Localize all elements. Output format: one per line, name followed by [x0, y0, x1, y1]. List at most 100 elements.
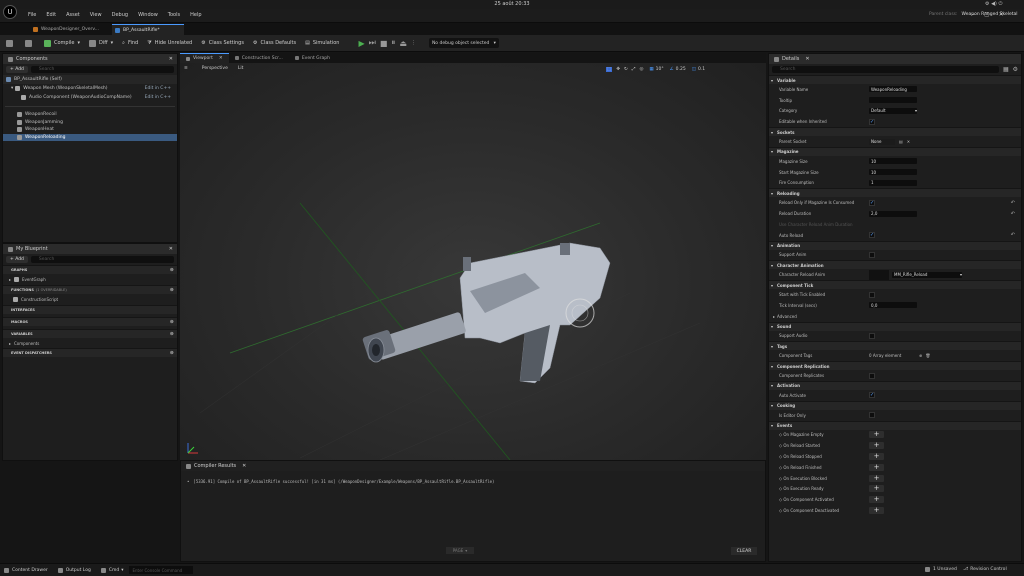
rotate-tool-icon[interactable]: ↻ [624, 67, 628, 72]
add-icon[interactable]: ⊕ [919, 353, 922, 358]
content-drawer-button[interactable]: Content Drawer [4, 567, 48, 573]
folder-icon[interactable]: ▤ [899, 139, 903, 144]
console-input[interactable]: Enter Console Command [129, 566, 194, 574]
revision-control-button[interactable]: ⎇ Revision Control [963, 567, 1007, 572]
property-checkbox[interactable] [869, 332, 875, 339]
page-button[interactable]: PAGE ▾ [446, 547, 474, 554]
simulation-button[interactable]: ▤ Simulation [305, 40, 339, 46]
macros-section[interactable]: MACROS ⊕ [3, 317, 177, 326]
tab-weapon-designer[interactable]: WeaponDesigner_Overv... [30, 24, 106, 34]
details-section[interactable]: ▾ Component Replication [769, 361, 1021, 371]
details-search-input[interactable]: Search [772, 66, 999, 73]
debug-object-select[interactable]: No debug object selected ▾ [428, 38, 499, 48]
interfaces-section[interactable]: INTERFACES [3, 305, 177, 314]
components-search-input[interactable]: Search [30, 66, 174, 73]
output-log-button[interactable]: Output Log [57, 567, 91, 573]
angle-value[interactable]: 0.25 [676, 67, 686, 72]
components-category[interactable]: ▸ Components [3, 338, 177, 348]
add-component-button[interactable]: + Add [6, 66, 28, 73]
component-item[interactable]: WeaponReloading [3, 133, 177, 141]
world-icon[interactable]: ◎ [639, 67, 643, 72]
compile-button[interactable]: Compile ▾ [44, 39, 80, 47]
camera-speed-icon[interactable]: ◫ [692, 67, 696, 72]
event-dispatchers-section[interactable]: EVENT DISPATCHERS ⊕ [3, 348, 177, 357]
clear-button[interactable]: CLEAR [731, 547, 757, 555]
property-value-input[interactable]: 1 [869, 179, 917, 186]
add-event-button[interactable]: + [869, 507, 884, 514]
component-item[interactable]: WeaponRecoil [3, 111, 177, 119]
close-icon[interactable]: ✕ [169, 246, 173, 252]
event-graph-item[interactable]: ▸ EventGraph [3, 274, 177, 285]
close-icon[interactable]: ✕ [169, 56, 173, 62]
advanced-toggle[interactable]: ▸ Advanced [769, 311, 1021, 322]
property-checkbox[interactable] [869, 392, 875, 399]
details-section[interactable]: ▾ Reloading [769, 188, 1021, 198]
add-event-button[interactable]: + [869, 485, 884, 493]
reset-icon[interactable]: ↶ [1011, 200, 1015, 206]
edit-cpp-link[interactable]: Edit in C++ [145, 95, 171, 100]
class-defaults-button[interactable]: ⚙ Class Defaults [253, 40, 296, 46]
property-checkbox[interactable] [869, 118, 875, 125]
blueprint-search-input[interactable]: Search [30, 256, 174, 263]
add-event-button[interactable]: + [869, 463, 884, 471]
details-section[interactable]: ▾ Component Tick [769, 280, 1021, 290]
more-icon[interactable]: ⋮ [411, 40, 416, 46]
details-section[interactable]: ▾ Variable [769, 75, 1021, 84]
clear-icon[interactable]: ✕ [907, 139, 910, 144]
scale-tool-icon[interactable]: ⤢ [632, 66, 636, 72]
add-event-button[interactable]: + [869, 496, 884, 504]
category-select[interactable]: Default ▾ [869, 107, 917, 114]
details-section[interactable]: ▾ Activation [769, 380, 1021, 390]
component-item[interactable]: WeaponJamming [3, 119, 177, 127]
camera-speed-value[interactable]: 0.1 [698, 67, 705, 72]
save-icon[interactable] [6, 39, 16, 47]
stop-icon[interactable]: ■ [380, 39, 388, 48]
add-member-button[interactable]: + Add [6, 256, 28, 263]
details-section[interactable]: ▾ Sockets [769, 127, 1021, 137]
browse-icon[interactable] [25, 39, 35, 47]
tags-array[interactable]: 0 Array element ⊕ 🗑 [869, 353, 930, 358]
menu-icon[interactable]: ≡ [184, 66, 188, 71]
add-icon[interactable]: ⊕ [170, 287, 174, 293]
edit-cpp-link[interactable]: Edit in C++ [145, 86, 171, 91]
property-value-input[interactable]: 10 [869, 169, 917, 176]
add-icon[interactable]: ⊕ [170, 331, 174, 337]
property-checkbox[interactable] [869, 412, 875, 419]
property-checkbox[interactable] [869, 251, 875, 258]
perspective-button[interactable]: Perspective [202, 66, 228, 71]
socket-picker[interactable]: None ▤ ✕ [869, 138, 910, 145]
play-icon[interactable]: ▶ [358, 39, 364, 48]
menu-item-edit[interactable]: Edit [46, 12, 56, 18]
anim-asset-picker[interactable]: MM_Rifle_Reload ▾ [869, 269, 962, 280]
property-checkbox[interactable] [869, 372, 875, 379]
lit-button[interactable]: Lit [238, 66, 244, 71]
property-value-input[interactable]: 10 [869, 158, 917, 165]
snap-value[interactable]: 10° [656, 67, 664, 72]
close-icon[interactable]: ✕ [219, 56, 223, 61]
add-event-button[interactable]: + [869, 431, 884, 439]
eject-icon[interactable]: ⏏ [399, 39, 407, 48]
tab-viewport[interactable]: Viewport ✕ [180, 53, 229, 63]
move-tool-icon[interactable]: ✥ [616, 67, 620, 72]
add-event-button[interactable]: + [869, 474, 884, 482]
property-value-input[interactable]: 0,0 [869, 302, 917, 309]
step-icon[interactable]: ⏭ [369, 38, 376, 48]
property-value-input[interactable]: WeaponReloading [869, 86, 917, 93]
graphs-section[interactable]: GRAPHS ⊕ [3, 265, 177, 274]
menu-item-tools[interactable]: Tools [168, 12, 180, 18]
trash-icon[interactable]: 🗑 [925, 353, 930, 358]
component-root[interactable]: BP_AssaultRifle (Self) [3, 75, 177, 84]
angle-icon[interactable]: ∠ [670, 67, 674, 72]
hide-unrelated-button[interactable]: ⧩ Hide Unrelated [147, 40, 192, 46]
select-tool-icon[interactable]: ⬚ [606, 66, 613, 72]
close-icon[interactable]: ✕ [242, 463, 246, 469]
add-event-button[interactable]: + [869, 442, 884, 450]
component-item[interactable]: WeaponHeat [3, 126, 177, 134]
add-event-button[interactable]: + [869, 453, 884, 461]
details-section[interactable]: ▾ Sound [769, 321, 1021, 331]
pause-icon[interactable]: ⏸ [391, 38, 395, 48]
menu-item-window[interactable]: Window [138, 12, 158, 18]
tab-event-graph[interactable]: Event Graph [289, 53, 336, 63]
settings-icon[interactable]: ⚙ [1013, 66, 1018, 73]
viewport-canvas[interactable]: ≡ Perspective Lit ⬚ ✥ ↻ ⤢ ◎ ▦ 10° ∠ 0.25… [180, 63, 766, 460]
